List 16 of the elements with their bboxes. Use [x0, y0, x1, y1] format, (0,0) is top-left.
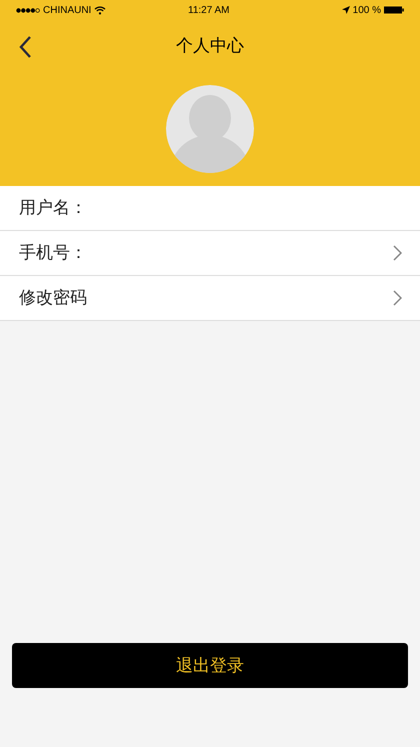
row-label: 用户名：: [19, 197, 87, 220]
logout-button[interactable]: 退出登录: [12, 643, 408, 688]
status-time: 11:27 AM: [188, 4, 230, 18]
back-chevron-icon: [18, 35, 32, 59]
row-label: 修改密码: [19, 287, 87, 310]
carrier-name: CHINAUNI: [43, 4, 92, 18]
settings-row[interactable]: 手机号：: [0, 231, 420, 276]
settings-row[interactable]: 修改密码: [0, 276, 420, 321]
battery-icon: [384, 6, 404, 14]
wifi-icon: [94, 6, 106, 14]
row-label: 手机号：: [19, 242, 87, 264]
signal-icon: [16, 8, 40, 12]
battery-percentage: 100 %: [352, 4, 381, 18]
page-title: 个人中心: [176, 35, 244, 58]
location-arrow-icon: [342, 6, 350, 14]
settings-row[interactable]: 用户名：: [0, 186, 420, 231]
